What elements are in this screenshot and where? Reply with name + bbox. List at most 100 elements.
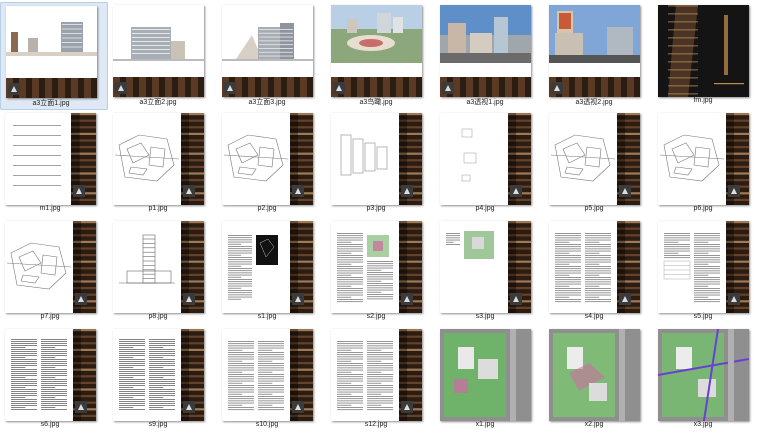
thumbnail-image[interactable] [331,329,422,421]
file-tile[interactable]: s6.jpg [0,326,108,434]
file-tile[interactable]: a3鸟瞰.jpg [326,2,434,110]
thumbnail-preview [331,113,422,205]
file-tile[interactable]: a3立面2.jpg [108,2,216,110]
thumbnail-preview [549,113,640,205]
thumbnail-image[interactable] [440,221,531,313]
thumbnail-preview [658,329,749,421]
file-name-label[interactable]: p5.jpg [544,205,644,212]
thumbnail-preview [222,329,313,421]
file-tile[interactable]: x1.jpg [435,326,543,434]
thumbnail-preview [331,329,422,421]
file-name-label[interactable]: p4.jpg [435,205,535,212]
file-name-label[interactable]: m1.jpg [0,205,100,212]
file-tile[interactable]: p8.jpg [108,218,216,326]
file-tile[interactable]: fm.jpg [653,2,760,110]
thumbnail-image[interactable] [331,5,422,97]
thumbnail-image[interactable] [440,329,531,421]
thumbnail-image[interactable] [549,113,640,205]
file-name-label[interactable]: a3透视2.jpg [544,97,644,107]
thumbnail-image[interactable] [222,329,313,421]
file-name-label[interactable]: s4.jpg [544,313,644,320]
thumbnail-image[interactable] [5,329,96,421]
file-tile[interactable]: p5.jpg [544,110,652,218]
file-name-label[interactable]: p6.jpg [653,205,753,212]
thumbnail-preview [549,5,640,97]
file-name-label[interactable]: p2.jpg [217,205,317,212]
thumbnail-image[interactable] [549,329,640,421]
thumbnail-image[interactable] [113,329,204,421]
thumbnail-preview [222,113,313,205]
file-name-label[interactable]: p7.jpg [0,313,100,320]
file-name-label[interactable]: s6.jpg [0,421,100,428]
thumbnail-image[interactable] [113,5,204,97]
file-tile[interactable]: s2.jpg [326,218,434,326]
thumbnail-image[interactable] [222,5,313,97]
file-name-label[interactable]: a3立面2.jpg [108,97,208,107]
file-tile[interactable]: s5.jpg [653,218,760,326]
thumbnail-image[interactable] [222,221,313,313]
file-tile[interactable]: p3.jpg [326,110,434,218]
file-tile[interactable]: m1.jpg [0,110,108,218]
thumbnail-image[interactable] [331,221,422,313]
thumbnail-image[interactable] [113,221,204,313]
file-name-label[interactable]: a3立面3.jpg [217,97,317,107]
file-tile[interactable]: s9.jpg [108,326,216,434]
file-name-label[interactable]: s10.jpg [217,421,317,428]
thumbnail-preview [331,221,422,313]
thumbnail-image[interactable] [5,113,96,205]
file-name-label[interactable]: s2.jpg [326,313,426,320]
thumbnail-image[interactable] [5,221,96,313]
thumbnail-image[interactable] [331,113,422,205]
file-tile[interactable]: s12.jpg [326,326,434,434]
file-name-label[interactable]: a3透视1.jpg [435,97,535,107]
file-name-label[interactable]: s1.jpg [217,313,317,320]
thumbnail-preview [113,221,204,313]
file-tile[interactable]: s3.jpg [435,218,543,326]
thumbnail-image[interactable] [658,221,749,313]
file-tile[interactable]: p2.jpg [217,110,325,218]
file-name-label[interactable]: a3立面1.jpg [1,98,101,108]
thumbnail-preview [113,5,204,97]
file-name-label[interactable]: s9.jpg [108,421,208,428]
file-tile[interactable]: x2.jpg [544,326,652,434]
file-tile[interactable]: a3立面3.jpg [217,2,325,110]
file-tile[interactable]: p7.jpg [0,218,108,326]
thumbnail-image[interactable] [222,113,313,205]
thumbnail-preview [440,113,531,205]
file-tile[interactable]: a3立面1.jpg [0,2,108,110]
file-tile[interactable]: a3透视2.jpg [544,2,652,110]
file-name-label[interactable]: p3.jpg [326,205,426,212]
thumbnail-preview [6,6,97,98]
thumbnail-image[interactable] [440,113,531,205]
file-name-label[interactable]: x3.jpg [653,421,753,428]
thumbnail-preview [549,329,640,421]
thumbnail-image[interactable] [658,329,749,421]
file-name-label[interactable]: fm.jpg [653,97,753,104]
file-name-label[interactable]: s5.jpg [653,313,753,320]
thumbnail-image[interactable] [440,5,531,97]
thumbnail-preview [5,113,96,205]
thumbnail-image[interactable] [658,5,749,97]
thumbnail-image[interactable] [549,221,640,313]
file-name-label[interactable]: p8.jpg [108,313,208,320]
file-tile[interactable]: s10.jpg [217,326,325,434]
thumbnail-image[interactable] [6,6,97,98]
file-tile[interactable]: a3透视1.jpg [435,2,543,110]
file-tile[interactable]: s4.jpg [544,218,652,326]
file-name-label[interactable]: x1.jpg [435,421,535,428]
thumbnail-image[interactable] [549,5,640,97]
file-tile[interactable]: p6.jpg [653,110,760,218]
file-tile[interactable]: p1.jpg [108,110,216,218]
file-name-label[interactable]: x2.jpg [544,421,644,428]
file-tile[interactable]: s1.jpg [217,218,325,326]
thumbnail-image[interactable] [658,113,749,205]
file-name-label[interactable]: s12.jpg [326,421,426,428]
file-name-label[interactable]: p1.jpg [108,205,208,212]
thumbnail-preview [222,5,313,97]
thumbnail-preview [440,221,531,313]
file-tile[interactable]: x3.jpg [653,326,760,434]
thumbnail-image[interactable] [113,113,204,205]
file-name-label[interactable]: s3.jpg [435,313,535,320]
file-tile[interactable]: p4.jpg [435,110,543,218]
file-name-label[interactable]: a3鸟瞰.jpg [326,97,426,107]
